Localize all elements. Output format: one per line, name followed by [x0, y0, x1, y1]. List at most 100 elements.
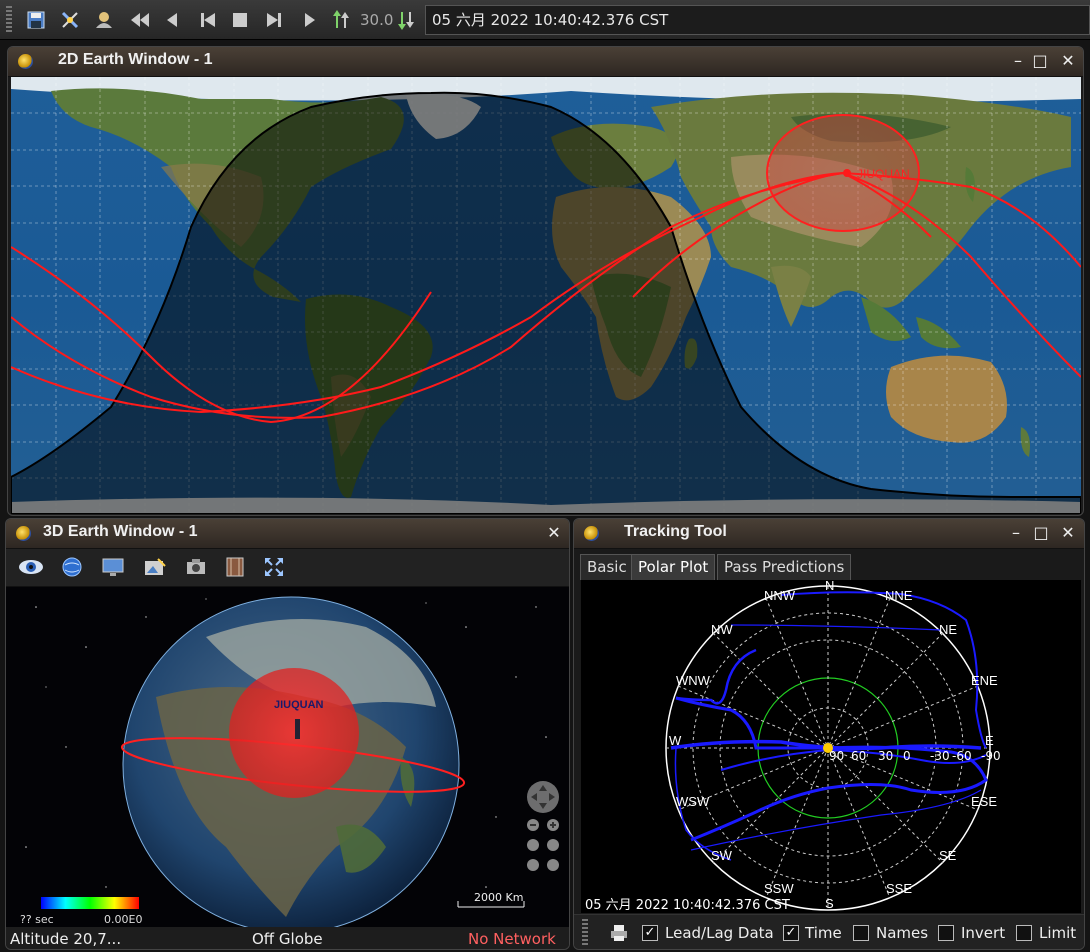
legend-left: ?? sec — [20, 913, 54, 926]
limit-label: Limit — [1039, 924, 1077, 942]
leadlag-checkbox[interactable]: ✓ — [642, 925, 658, 941]
earth2d-map[interactable]: JIUQUAN — [11, 77, 1081, 514]
dir-e: E — [985, 733, 994, 748]
earth3d-window: 3D Earth Window - 1 ✕ JIUQUAN ?? sec 0.0… — [5, 518, 570, 950]
earth3d-titlebar[interactable]: 3D Earth Window - 1 ✕ — [6, 519, 569, 549]
tick-label: -60 — [952, 749, 972, 763]
station-label: JIUQUAN — [857, 167, 910, 181]
main-toolbar: 30.0 05 六月 2022 10:40:42.376 CST — [0, 0, 1090, 40]
globe-icon[interactable] — [62, 557, 82, 581]
station-label-3d: JIUQUAN — [274, 699, 324, 711]
time-label: Time — [805, 924, 842, 942]
earth3d-view[interactable]: JIUQUAN ?? sec 0.00E0 2000 Km — [6, 587, 569, 927]
tick-label: -90 — [981, 749, 1001, 763]
dir-se: SE — [939, 848, 957, 863]
print-icon[interactable] — [610, 924, 628, 946]
tab-basic[interactable]: Basic — [580, 554, 634, 580]
monitor-icon[interactable] — [102, 557, 124, 581]
tick-label: -30 — [930, 749, 950, 763]
fast-rewind-icon[interactable] — [128, 8, 152, 32]
datetime-field[interactable]: 05 六月 2022 10:40:42.376 CST — [425, 5, 1090, 35]
dir-wnw: WNW — [676, 673, 711, 688]
tick-label: 30 — [878, 749, 893, 763]
status-network: No Network — [468, 930, 556, 948]
film-icon[interactable] — [226, 557, 244, 581]
tick-label: 0 — [903, 749, 911, 763]
tracking-options: ✓ Lead/Lag Data ✓ Time Names Invert Limi… — [574, 914, 1084, 949]
earth2d-title: 2D Earth Window - 1 — [58, 51, 213, 68]
app-icon — [16, 526, 31, 541]
names-checkbox[interactable] — [853, 925, 869, 941]
dir-ene: ENE — [971, 673, 998, 688]
satellite-icon[interactable] — [58, 8, 82, 32]
dir-nnw: NNW — [764, 588, 796, 603]
scale-label: 2000 Km — [474, 891, 523, 904]
reset-view-icon[interactable] — [547, 859, 559, 871]
invert-label: Invert — [961, 924, 1006, 942]
tracking-titlebar[interactable]: Tracking Tool – □ ✕ — [574, 519, 1084, 549]
maximize-icon[interactable]: □ — [1031, 523, 1051, 543]
rotate-right-icon[interactable] — [547, 839, 559, 851]
earth3d-toolbar — [6, 549, 569, 587]
invert-checkbox[interactable] — [938, 925, 954, 941]
tab-pass-predictions[interactable]: Pass Predictions — [717, 554, 852, 580]
limit-checkbox[interactable] — [1016, 925, 1032, 941]
camera-icon[interactable] — [186, 557, 206, 579]
options-grip[interactable] — [582, 919, 588, 947]
dir-ese: ESE — [971, 794, 997, 809]
app-icon — [584, 526, 599, 541]
plot-timestamp: 05 六月 2022 10:40:42.376 CST — [585, 898, 790, 913]
tab-polar-plot[interactable]: Polar Plot — [631, 554, 716, 580]
status-mode: Off Globe — [252, 930, 323, 948]
tracking-title: Tracking Tool — [624, 523, 727, 540]
maximize-icon[interactable]: □ — [1030, 51, 1050, 71]
color-legend — [41, 897, 139, 909]
skip-start-icon[interactable] — [196, 8, 220, 32]
dir-n: N — [825, 580, 834, 593]
rotate-left-icon[interactable] — [527, 839, 539, 851]
play-icon[interactable] — [298, 8, 322, 32]
tick-label: 90 — [829, 749, 844, 763]
user-icon[interactable] — [92, 8, 116, 32]
app-icon — [18, 54, 33, 69]
station-marker-3d[interactable] — [295, 719, 300, 739]
time-checkbox[interactable]: ✓ — [783, 925, 799, 941]
earth3d-statusbar: Altitude 20,7... Off Globe No Network — [6, 927, 569, 949]
legend-right: 0.00E0 — [104, 913, 142, 926]
dir-s: S — [825, 896, 834, 911]
tick-label: 60 — [851, 749, 866, 763]
tilt-icon[interactable] — [527, 859, 539, 871]
earth2d-window: 2D Earth Window - 1 – □ ✕ JIUQUAN — [7, 46, 1084, 516]
station-marker[interactable] — [843, 169, 851, 177]
skip-forward-icon[interactable] — [262, 8, 286, 32]
dir-w: W — [669, 733, 682, 748]
close-icon[interactable]: ✕ — [544, 523, 564, 543]
close-icon[interactable]: ✕ — [1058, 51, 1078, 71]
minimize-icon[interactable]: – — [1006, 523, 1026, 543]
fullscreen-icon[interactable] — [264, 557, 284, 581]
dir-nne: NNE — [885, 588, 913, 603]
leadlag-label: Lead/Lag Data — [665, 924, 774, 942]
step-back-icon[interactable] — [160, 8, 184, 32]
eye-icon[interactable] — [18, 557, 44, 581]
earth2d-titlebar[interactable]: 2D Earth Window - 1 – □ ✕ — [8, 47, 1083, 77]
coverage-zone-3d — [229, 668, 359, 798]
earth3d-title: 3D Earth Window - 1 — [43, 523, 198, 540]
stop-icon[interactable] — [228, 8, 252, 32]
dir-sw: SW — [711, 848, 733, 863]
tracking-window: Tracking Tool – □ ✕ Basic Polar Plot Pas… — [573, 518, 1085, 950]
dir-ne: NE — [939, 622, 957, 637]
status-altitude: Altitude 20,7... — [10, 930, 122, 948]
toolbar-grip[interactable] — [6, 6, 12, 34]
speed-up-icon[interactable] — [330, 8, 354, 32]
save-icon[interactable] — [24, 8, 48, 32]
close-icon[interactable]: ✕ — [1058, 523, 1078, 543]
dir-nw: NW — [711, 622, 733, 637]
speed-down-icon[interactable] — [395, 8, 419, 32]
image-edit-icon[interactable] — [144, 557, 166, 581]
dir-wsw: WSW — [676, 794, 710, 809]
step-value[interactable]: 30.0 — [360, 11, 393, 29]
polar-plot[interactable]: N NNE NE ENE E ESE SE SSE S SSW SW WSW W… — [581, 580, 1081, 913]
dir-ssw: SSW — [764, 881, 794, 896]
minimize-icon[interactable]: – — [1008, 51, 1028, 71]
